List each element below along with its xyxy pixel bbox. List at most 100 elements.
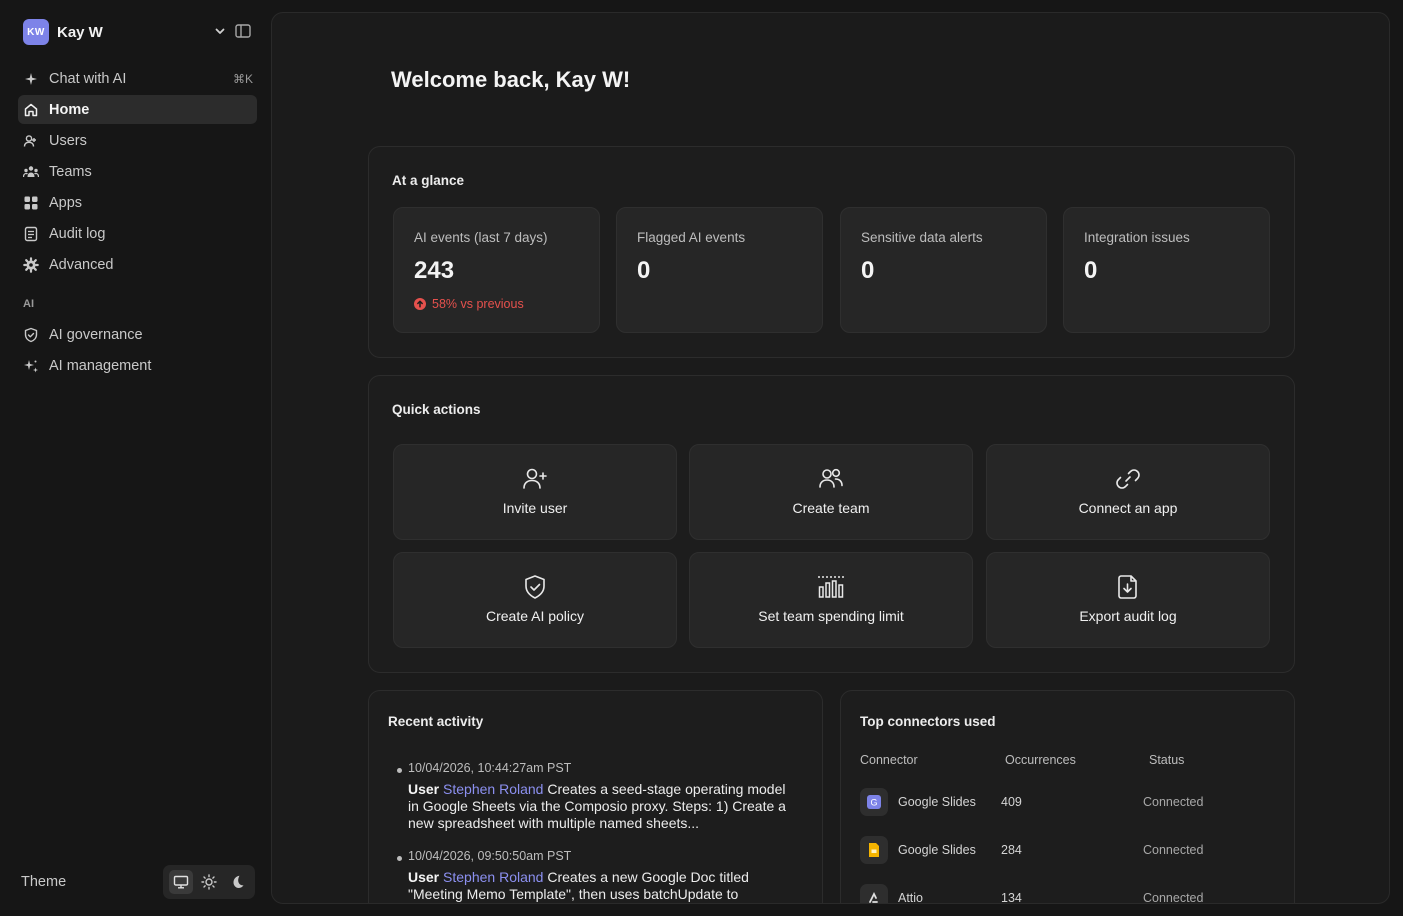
account-switcher[interactable]: KW Kay W — [23, 18, 255, 46]
connector-name: Google Slides — [898, 843, 976, 857]
column-header-status[interactable]: Status — [1149, 753, 1184, 767]
stat-value: 0 — [1084, 257, 1098, 284]
table-row[interactable]: G Google Slides 409 Connected — [860, 788, 1280, 818]
sidebar-item-apps[interactable]: Apps — [18, 188, 257, 217]
table-row[interactable]: Google Slides 284 Connected — [860, 836, 1280, 866]
chat-with-ai-item[interactable]: Chat with AI ⌘K — [18, 64, 257, 93]
card-title: Recent activity — [388, 714, 484, 729]
arrow-up-icon — [414, 298, 426, 310]
attio-icon — [860, 884, 888, 903]
sidebar-item-label: Home — [49, 101, 90, 118]
team-icon — [817, 465, 845, 493]
google-slides-doc-icon — [860, 836, 888, 864]
teams-icon — [23, 164, 39, 180]
activity-description: User Stephen Roland Creates a seed-stage… — [408, 781, 798, 832]
connector-occurrences: 134 — [1001, 891, 1022, 904]
export-audit-log-button[interactable]: Export audit log — [986, 552, 1270, 648]
set-team-spending-limit-button[interactable]: Set team spending limit — [689, 552, 973, 648]
document-icon — [23, 226, 39, 242]
stat-card-ai-events[interactable]: AI events (last 7 days) 243 58% vs previ… — [393, 207, 600, 333]
sidebar-item-label: Audit log — [49, 225, 106, 242]
at-a-glance-card: At a glance AI events (last 7 days) 243 … — [368, 146, 1295, 358]
column-header-occurrences[interactable]: Occurrences — [1005, 753, 1076, 767]
dark-theme-icon[interactable] — [225, 870, 249, 894]
sidebar-item-teams[interactable]: Teams — [18, 157, 257, 186]
activity-actor-type: User — [408, 869, 440, 885]
google-slides-g-icon: G — [860, 788, 888, 816]
sidebar-item-audit-log[interactable]: Audit log — [18, 219, 257, 248]
connector-name: Attio — [898, 891, 924, 904]
main-panel: Welcome back, Kay W! At a glance AI even… — [271, 12, 1390, 904]
stat-delta-text: 58% vs previous — [432, 297, 524, 311]
sparkle-icon — [23, 71, 39, 87]
bullet — [397, 856, 402, 861]
action-label: Create team — [792, 500, 870, 516]
system-theme-icon[interactable] — [169, 870, 193, 894]
connector-status: Connected — [1143, 795, 1204, 809]
connector-status: Connected — [1143, 843, 1204, 857]
stat-value: 0 — [637, 257, 651, 284]
column-header-connector[interactable]: Connector — [860, 753, 918, 767]
action-label: Export audit log — [1079, 608, 1177, 624]
create-team-button[interactable]: Create team — [689, 444, 973, 540]
sidebar-item-label: Apps — [49, 194, 83, 211]
stat-card-sensitive-data-alerts[interactable]: Sensitive data alerts 0 — [840, 207, 1047, 333]
connector-occurrences: 409 — [1001, 795, 1022, 809]
shield-check-icon — [521, 573, 549, 601]
chat-with-ai-label: Chat with AI — [49, 70, 127, 87]
account-name: Kay W — [57, 23, 103, 41]
connector-occurrences: 284 — [1001, 843, 1022, 857]
user-plus-icon — [521, 465, 549, 493]
keyboard-shortcut: ⌘K — [232, 71, 253, 86]
stat-value: 243 — [414, 257, 455, 284]
stat-label: AI events (last 7 days) — [414, 230, 548, 245]
sidebar-item-ai-governance[interactable]: AI governance — [18, 320, 257, 349]
connector-status: Connected — [1143, 891, 1204, 904]
stat-delta: 58% vs previous — [414, 297, 524, 311]
action-label: Create AI policy — [485, 608, 585, 624]
stat-label: Integration issues — [1084, 230, 1190, 245]
stat-card-flagged-ai-events[interactable]: Flagged AI events 0 — [616, 207, 823, 333]
home-icon — [23, 102, 39, 118]
connect-app-button[interactable]: Connect an app — [986, 444, 1270, 540]
card-title: At a glance — [392, 173, 465, 188]
theme-label: Theme — [21, 874, 67, 890]
stat-card-integration-issues[interactable]: Integration issues 0 — [1063, 207, 1270, 333]
sidebar-section-label: AI — [23, 298, 34, 310]
sidebar-item-users[interactable]: Users — [18, 126, 257, 155]
users-icon — [23, 133, 39, 149]
create-ai-policy-button[interactable]: Create AI policy — [393, 552, 677, 648]
light-theme-icon[interactable] — [197, 870, 221, 894]
top-connectors-card: Top connectors used Connector Occurrence… — [840, 690, 1295, 904]
activity-timestamp: 10/04/2026, 09:50:50am PST — [408, 849, 572, 863]
card-title: Quick actions — [392, 402, 481, 417]
table-row[interactable]: Attio 134 Connected — [860, 884, 1280, 904]
sidebar-toggle-icon[interactable] — [234, 22, 252, 40]
invite-user-button[interactable]: Invite user — [393, 444, 677, 540]
sidebar-item-home[interactable]: Home — [18, 95, 257, 124]
sparkle-icon — [23, 358, 39, 374]
sidebar-item-label: Advanced — [49, 256, 114, 273]
chevron-down-icon[interactable] — [213, 24, 227, 38]
sidebar: KW Kay W Chat with AI ⌘K Home Users Team… — [0, 0, 270, 916]
activity-user-link[interactable]: Stephen Roland — [443, 781, 543, 797]
sidebar-item-advanced[interactable]: Advanced — [18, 250, 257, 279]
action-label: Set team spending limit — [758, 608, 904, 624]
action-label: Invite user — [502, 500, 568, 516]
svg-text:G: G — [870, 798, 877, 808]
sidebar-item-label: AI governance — [49, 326, 143, 343]
shield-check-icon — [23, 327, 39, 343]
page-title: Welcome back, Kay W! — [391, 67, 631, 92]
stat-label: Sensitive data alerts — [861, 230, 983, 245]
activity-user-link[interactable]: Stephen Roland — [443, 869, 543, 885]
recent-activity-card: Recent activity 10/04/2026, 10:44:27am P… — [368, 690, 823, 903]
sidebar-item-label: Teams — [49, 163, 92, 180]
quick-actions-card: Quick actions Invite user Create team Co… — [368, 375, 1295, 673]
sidebar-item-label: AI management — [49, 357, 152, 374]
stat-label: Flagged AI events — [637, 230, 746, 245]
card-title: Top connectors used — [860, 714, 996, 729]
activity-actor-type: User — [408, 781, 440, 797]
bullet — [397, 768, 402, 773]
theme-switcher — [163, 865, 255, 899]
sidebar-item-ai-management[interactable]: AI management — [18, 351, 257, 380]
